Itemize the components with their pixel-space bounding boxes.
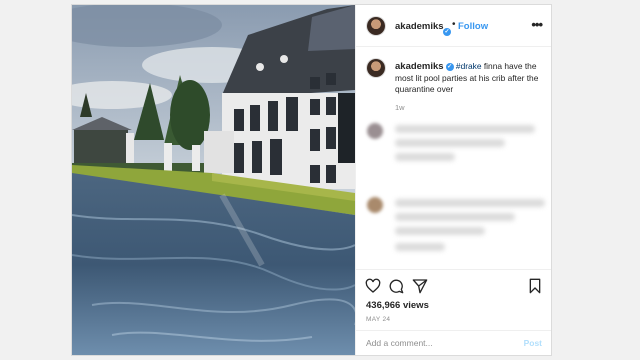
blurred-comment: [367, 197, 545, 257]
verified-badge-icon: ✓: [443, 28, 451, 36]
blurred-text: [395, 227, 485, 235]
blurred-text: [395, 139, 505, 147]
avatar[interactable]: [367, 17, 385, 35]
post-comment-button[interactable]: Post: [524, 338, 542, 348]
verified-badge-icon: ✓: [445, 63, 454, 71]
follow-button[interactable]: Follow: [458, 21, 488, 32]
post-photo[interactable]: [72, 5, 355, 355]
comment-bubble-icon[interactable]: [388, 278, 404, 294]
more-options-icon[interactable]: •••: [531, 17, 543, 32]
caption-hashtag[interactable]: #drake: [456, 61, 482, 71]
add-comment-bar: Post: [356, 330, 551, 355]
heart-icon[interactable]: [365, 278, 381, 294]
post-sidebar: akademiks ✓ • Follow ••• akademiks ✓ #dra…: [355, 5, 551, 355]
paper-plane-icon[interactable]: [412, 278, 428, 294]
separator-dot: •: [452, 19, 456, 30]
caption-avatar[interactable]: [367, 59, 385, 77]
post-header: akademiks ✓ • Follow •••: [356, 5, 551, 47]
caption-username[interactable]: akademiks: [395, 61, 444, 72]
comment-avatar: [367, 123, 383, 139]
post-date[interactable]: MAY 24: [366, 316, 390, 323]
blurred-text: [395, 243, 445, 251]
blurred-comment: [367, 123, 545, 167]
blurred-text: [395, 125, 535, 133]
bookmark-icon[interactable]: [528, 278, 542, 294]
comment-avatar: [367, 197, 383, 213]
blurred-text: [395, 199, 545, 207]
post-actions: 436,966 views MAY 24 Post: [356, 269, 551, 355]
instagram-post: akademiks ✓ • Follow ••• akademiks ✓ #dra…: [71, 4, 552, 356]
view-count[interactable]: 436,966 views: [366, 300, 429, 311]
mansion-pool-image: [72, 5, 355, 355]
blurred-text: [395, 213, 515, 221]
header-username[interactable]: akademiks: [395, 21, 444, 32]
caption-time: 1w: [395, 103, 405, 112]
post-caption: akademiks ✓ #drake finna have the most li…: [395, 61, 545, 96]
comment-input[interactable]: [366, 336, 506, 350]
comments-section[interactable]: akademiks ✓ #drake finna have the most li…: [356, 47, 551, 269]
blurred-text: [395, 153, 455, 161]
